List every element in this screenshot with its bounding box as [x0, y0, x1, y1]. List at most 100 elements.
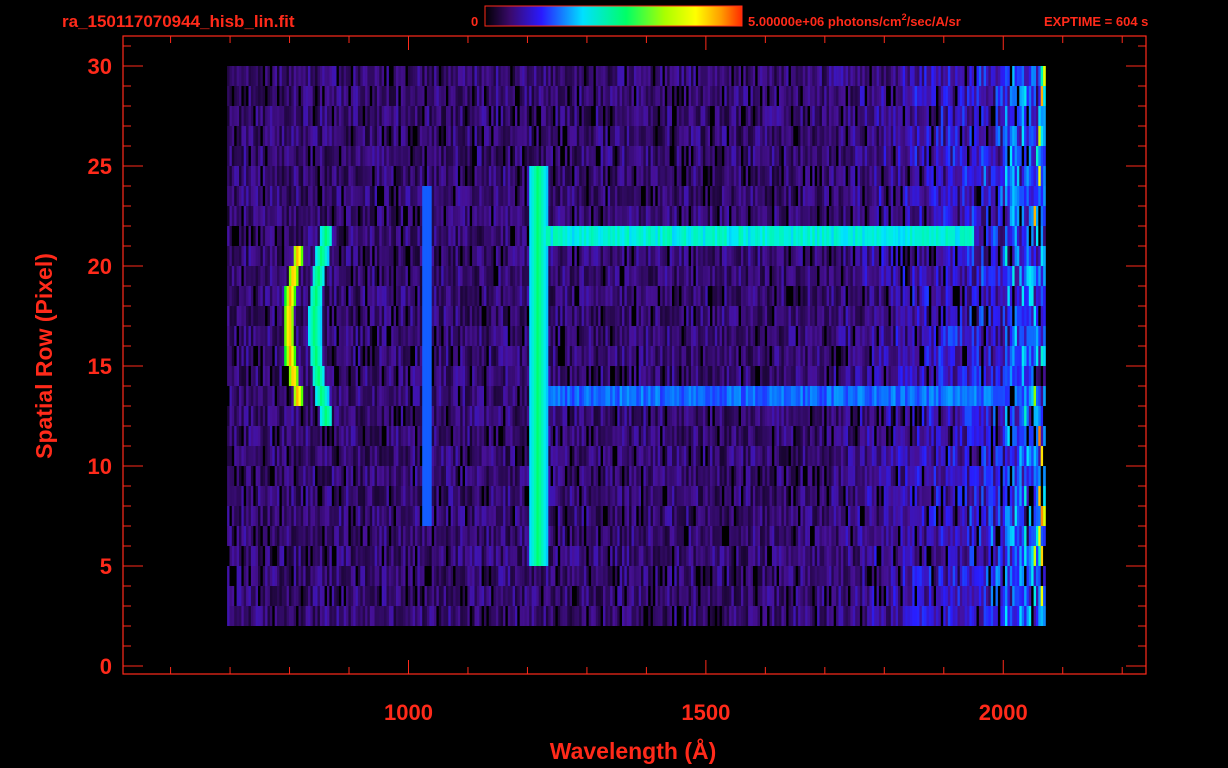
heatmap-cell: [474, 426, 478, 446]
heatmap-cell: [581, 526, 585, 546]
heatmap-cell: [895, 426, 899, 446]
heatmap-cell: [239, 446, 242, 466]
heatmap-cell: [246, 526, 249, 546]
heatmap-cell: [726, 526, 730, 546]
heatmap-cell: [562, 526, 566, 546]
heatmap-cell: [1005, 486, 1008, 506]
heatmap-cell: [871, 526, 875, 546]
heatmap-cell: [669, 346, 673, 366]
heatmap-cell: [774, 346, 777, 366]
heatmap-cell: [296, 526, 299, 546]
heatmap-cell: [757, 546, 761, 566]
heatmap-cell: [267, 606, 271, 626]
heatmap-cell: [1038, 606, 1041, 626]
heatmap-cell: [867, 406, 870, 426]
heatmap-cell: [859, 546, 863, 566]
heatmap-cell: [947, 386, 951, 406]
heatmap-cell: [667, 366, 670, 386]
heatmap-cell: [250, 466, 254, 486]
heatmap-cell: [743, 546, 746, 566]
heatmap-cell: [631, 486, 635, 506]
heatmap-cell: [848, 366, 851, 386]
heatmap-cell: [367, 526, 371, 546]
heatmap-cell: [626, 406, 630, 426]
heatmap-cell: [769, 506, 773, 526]
heatmap-cell: [812, 586, 815, 606]
heatmap-cell: [517, 606, 520, 626]
heatmap-cell: [657, 586, 661, 606]
heatmap-cell: [534, 466, 537, 486]
heatmap-cell: [538, 526, 542, 546]
heatmap-cell: [726, 566, 730, 586]
heatmap-cell: [403, 326, 406, 346]
heatmap-cell: [638, 366, 642, 386]
heatmap-cell: [781, 406, 785, 426]
heatmap-cell: [1043, 366, 1046, 386]
heatmap-cell: [310, 506, 314, 526]
heatmap-cell: [681, 346, 685, 366]
heatmap-cell: [850, 606, 854, 626]
heatmap-cell: [372, 586, 375, 606]
heatmap-cell: [881, 486, 884, 506]
heatmap-cell: [786, 606, 789, 626]
heatmap-cell: [838, 486, 842, 506]
heatmap-cell: [279, 566, 283, 586]
heatmap-cell: [605, 386, 609, 406]
heatmap-cell: [443, 546, 447, 566]
heatmap-cell: [576, 406, 580, 426]
heatmap-cell: [398, 446, 402, 466]
heatmap-cell: [981, 586, 984, 606]
heatmap-cell: [717, 566, 720, 586]
heatmap-cell: [610, 526, 613, 546]
heatmap-cell: [878, 526, 882, 546]
heatmap-cell: [905, 566, 908, 586]
heatmap-cell: [346, 446, 349, 466]
heatmap-cell: [576, 486, 580, 506]
heatmap-cell: [714, 406, 718, 426]
heatmap-cell: [645, 406, 649, 426]
heatmap-cell: [843, 606, 846, 626]
heatmap-cell: [1024, 486, 1027, 506]
heatmap-cell: [1031, 386, 1034, 406]
heatmap-cell: [267, 486, 271, 506]
heatmap-cell: [500, 546, 504, 566]
heatmap-cell: [955, 346, 958, 366]
heatmap-cell: [407, 466, 411, 486]
heatmap-cell: [1038, 426, 1041, 446]
heatmap-cell: [441, 586, 444, 606]
heatmap-cell: [491, 566, 494, 586]
heatmap-cell: [757, 366, 761, 386]
heatmap-cell: [591, 566, 594, 586]
heatmap-cell: [274, 446, 278, 466]
heatmap-cell: [362, 406, 366, 426]
heatmap-cell: [417, 426, 421, 446]
heatmap-cell: [950, 446, 953, 466]
heatmap-cell: [679, 466, 682, 486]
heatmap-cell: [693, 526, 697, 546]
heatmap-cell: [281, 346, 285, 366]
heatmap-cell: [1009, 346, 1013, 366]
heatmap-cell: [729, 466, 732, 486]
heatmap-cell: [1016, 566, 1020, 586]
heatmap-cell: [702, 606, 706, 626]
heatmap-cell: [512, 606, 516, 626]
heatmap-cell: [355, 546, 359, 566]
heatmap-cell: [679, 566, 682, 586]
heatmap-cell: [479, 326, 482, 346]
heatmap-cell: [1024, 366, 1027, 386]
heatmap-cell: [1021, 586, 1025, 606]
heatmap-cell: [762, 486, 766, 506]
heatmap-cell: [396, 346, 399, 366]
heatmap-cell: [833, 526, 837, 546]
heatmap-cell: [365, 486, 368, 506]
heatmap-cell: [676, 546, 680, 566]
heatmap-cell: [472, 466, 475, 486]
heatmap-cell: [888, 446, 892, 466]
heatmap-cell: [410, 366, 413, 386]
heatmap-cell: [1038, 486, 1041, 506]
heatmap-cell: [990, 386, 994, 406]
heatmap-cell: [291, 346, 294, 366]
heatmap-cell: [688, 466, 692, 486]
heatmap-cell: [607, 526, 611, 546]
heatmap-cell: [250, 406, 254, 426]
